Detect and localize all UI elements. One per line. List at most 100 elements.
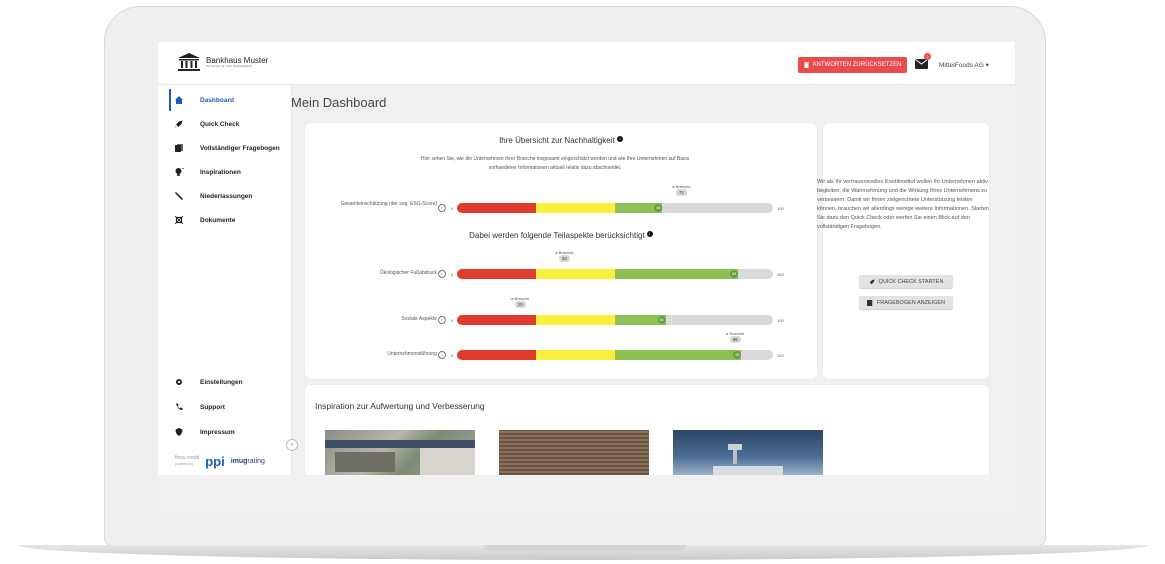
score-bar-fill [615, 269, 739, 279]
sustainability-overview-card: Ihre Übersicht zur Nachhaltigkeit i Hier… [305, 123, 817, 379]
imug-logo: imugrating [231, 458, 265, 465]
rocket-icon [869, 278, 875, 284]
rooftop-image-art [325, 440, 475, 475]
questionnaire-button[interactable]: FRAGEBOGEN ANZEIGEN [859, 296, 953, 309]
laptop-notch [484, 545, 686, 551]
score-bar-segment [457, 203, 536, 213]
score-row-label-text: Soziale Aspekte [401, 316, 437, 322]
collapse-sidebar-button[interactable]: ‹ [286, 439, 298, 451]
next-steps-text: Wir als Ihr vertrauensvolles Kreditinsti… [817, 179, 989, 230]
score-bar-segment [457, 315, 536, 325]
sidebar-item-dashboard[interactable]: Dashboard [172, 93, 234, 107]
industry-average-marker: ø Branche 34 [549, 250, 579, 262]
sidebar-item-inspirations[interactable]: Inspirationen [172, 165, 241, 179]
book-icon [866, 299, 873, 306]
sidebar-item-label: Vollständiger Fragebogen [200, 144, 280, 152]
info-icon[interactable]: i [438, 270, 446, 278]
industry-average-marker: ø Branche 88 [720, 331, 750, 343]
imug-logo-text: imug [230, 457, 248, 465]
lightbulb-icon [172, 168, 186, 176]
bank-building-icon [178, 53, 200, 71]
score-bar-segment [457, 350, 536, 360]
scale-max-label: 100 [777, 318, 784, 323]
overview-description: Hier sehen Sie, wie die Unternehmen Ihre… [420, 156, 690, 171]
sidebar-item-documents[interactable]: Dokumente [172, 213, 235, 227]
phone-icon [172, 403, 186, 411]
scale-min-label: 0 [451, 318, 454, 323]
sidebar-item-imprint[interactable]: Impressum [172, 425, 235, 439]
score-bar-fill [615, 350, 742, 360]
inspiration-card: Inspiration zur Aufwertung und Verbesser… [305, 385, 989, 475]
overview-title: Ihre Übersicht zur Nachhaltigkeit i [305, 136, 817, 145]
info-icon[interactable]: i [438, 316, 446, 324]
info-filled-icon[interactable]: i [616, 136, 623, 142]
book-icon [172, 144, 186, 152]
scale-min-label: 0 [451, 272, 454, 277]
score-row-label-text: Ökologischer Fußabdruck [379, 270, 437, 276]
info-filled-icon[interactable]: i [646, 231, 653, 237]
trash-icon [803, 62, 809, 68]
scale-min-label: 0 [451, 206, 454, 211]
quick-check-button[interactable]: QUICK CHECK STARTEN [859, 275, 953, 288]
app-window: Bankhaus Muster Ihr Partner für mehr Nac… [158, 42, 1015, 475]
inspiration-title: Inspiration zur Aufwertung und Verbesser… [315, 401, 485, 411]
info-icon[interactable]: i [438, 204, 446, 212]
top-bar: Bankhaus Muster Ihr Partner für mehr Nac… [158, 42, 1015, 85]
sidebar-item-branches[interactable]: Niederlassungen [172, 189, 252, 203]
overview-title-text: Ihre Übersicht zur Nachhaltigkeit [499, 136, 615, 145]
score-bar: 65 [457, 203, 773, 213]
sidebar-item-support[interactable]: Support [172, 400, 225, 414]
inspiration-image-rooftop[interactable] [325, 430, 475, 475]
sidebar-item-label: Einstellungen [200, 378, 243, 386]
score-row-label: Unternehmensführung i [325, 351, 446, 359]
account-menu[interactable]: MitteIFoods AG ▾ [939, 61, 989, 69]
next-steps-card: Wir als Ihr vertrauensvolles Kreditinsti… [817, 123, 989, 379]
industry-average-marker: ø Branche 71 [666, 184, 696, 196]
questionnaire-label: FRAGEBOGEN ANZEIGEN [876, 299, 946, 306]
shield-icon [172, 428, 186, 436]
aspects-title: Dabei werden folgende Teilaspekte berück… [305, 231, 817, 240]
bank-tagline: Ihr Partner für mehr Nachhaltigkeit [206, 63, 252, 68]
score-bar-segment [536, 350, 615, 360]
messages-button[interactable]: 3 [915, 53, 931, 74]
rocket-icon [172, 120, 186, 128]
sidebar-item-label: Niederlassungen [200, 192, 253, 200]
aspects-title-text: Dabei werden folgende Teilaspekte berück… [469, 231, 645, 240]
document-icon [172, 216, 186, 224]
industry-average-value: 71 [675, 189, 687, 196]
sidebar-item-label: Support [200, 403, 225, 411]
inspiration-image-water-tap[interactable] [673, 430, 823, 475]
powered-by-text: powered by [175, 462, 194, 466]
imug-rating-text: rating [247, 457, 265, 465]
score-row-label: Gesamteinschätzung (der sog. ESG-Score) i [325, 201, 446, 212]
chevron-left-icon: ‹ [291, 442, 293, 448]
score-row-label-text: Unternehmensführung [387, 351, 437, 357]
bank-logo[interactable]: Bankhaus Muster Ihr Partner für mehr Nac… [178, 53, 268, 71]
sidebar-item-label: Quick Check [200, 120, 240, 128]
industry-average-value: 88 [729, 336, 741, 343]
score-row-label-text: Gesamteinschätzung (der sog. ESG-Score) [340, 201, 437, 207]
reset-answers-label: ANTWORTEN ZURÜCKSETZEN [812, 62, 902, 68]
laptop-screen: Bankhaus Muster Ihr Partner für mehr Nac… [158, 42, 1015, 510]
scale-max-label: 100 [777, 353, 784, 358]
sidebar-item-label: Dokumente [200, 216, 236, 224]
scale-max-label: 100 [777, 272, 784, 277]
industry-average-value: 20 [514, 301, 526, 308]
industry-average-value: 34 [558, 255, 570, 262]
score-bar-segment [536, 203, 615, 213]
reset-answers-button[interactable]: ANTWORTEN ZURÜCKSETZEN [798, 57, 907, 73]
inspiration-image-cardboard[interactable] [499, 430, 649, 475]
water-tap-image-art [713, 444, 783, 475]
sidebar-item-settings[interactable]: Einstellungen [172, 375, 243, 389]
page-title: Mein Dashboard [291, 95, 387, 110]
notification-badge: 3 [924, 53, 931, 60]
sidebar-item-label: Impressum [200, 428, 235, 436]
sidebar-item-quick-check[interactable]: Quick Check [172, 117, 239, 131]
quick-check-label: QUICK CHECK STARTEN [878, 278, 944, 285]
industry-average-marker: ø Branche 20 [505, 296, 535, 308]
sidebar-item-questionnaire[interactable]: Vollständiger Fragebogen [172, 141, 280, 155]
ppi-logo: ppi [205, 453, 225, 469]
sidebar-item-label: Inspirationen [200, 168, 241, 176]
info-icon[interactable]: i [438, 351, 446, 359]
score-bar: 89 [457, 269, 773, 279]
